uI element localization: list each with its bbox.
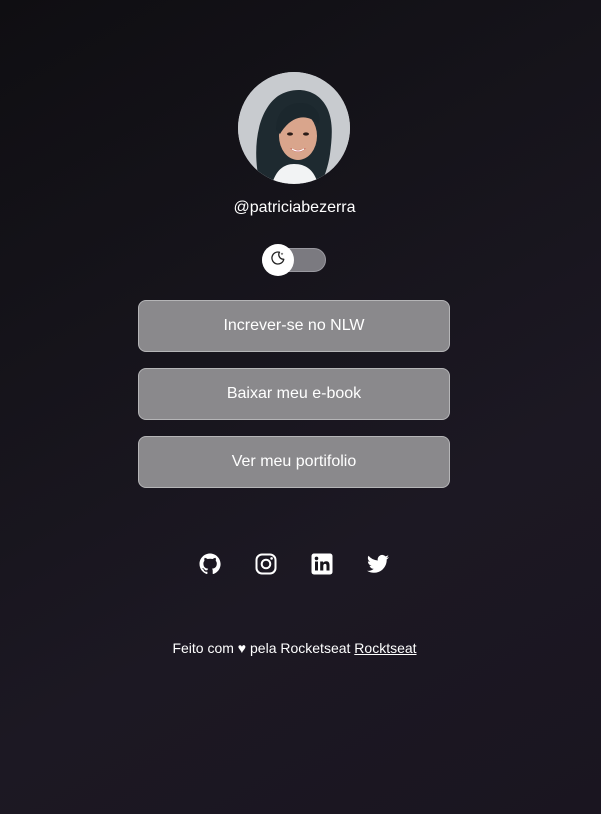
link-button-nlw[interactable]: Increver-se no NLW	[138, 300, 450, 352]
instagram-icon[interactable]	[254, 552, 278, 576]
page: @patriciabezerra Increver-se no NLW Baix…	[0, 0, 601, 814]
github-icon[interactable]	[198, 552, 222, 576]
profile-username: @patriciabezerra	[233, 199, 356, 216]
footer-text: Feito com ♥ pela Rocketseat	[172, 640, 351, 656]
theme-toggle[interactable]	[262, 244, 326, 276]
footer: Feito com ♥ pela Rocketseat Rocktseat	[0, 640, 589, 657]
twitter-icon[interactable]	[366, 552, 390, 576]
footer-link[interactable]: Rocktseat	[354, 640, 416, 656]
profile-avatar	[238, 72, 350, 184]
link-button-ebook[interactable]: Baixar meu e-book	[138, 368, 450, 420]
linkedin-icon[interactable]	[310, 552, 334, 576]
theme-toggle-knob[interactable]	[262, 244, 294, 276]
moon-icon	[270, 250, 286, 271]
link-button-portfolio[interactable]: Ver meu portifolio	[138, 436, 450, 488]
